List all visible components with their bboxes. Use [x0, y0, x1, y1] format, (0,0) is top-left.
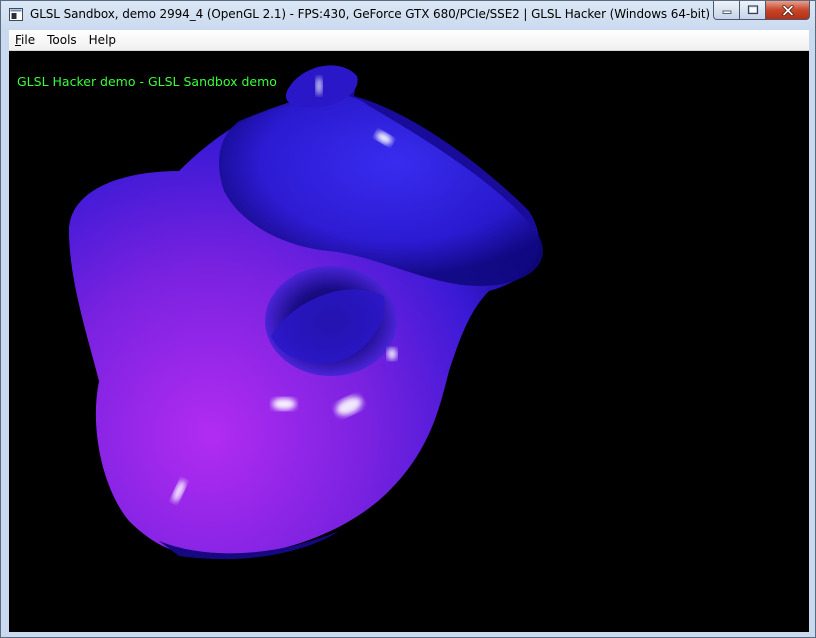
menu-file[interactable]: File	[9, 30, 41, 50]
maximize-button[interactable]	[740, 1, 766, 20]
rendered-blob-object	[69, 65, 543, 560]
maximize-icon	[747, 5, 758, 15]
specular-highlight-2	[316, 77, 322, 95]
menu-bar: File Tools Help	[9, 30, 809, 51]
window-title: GLSL Sandbox, demo 2994_4 (OpenGL 2.1) -…	[30, 7, 744, 21]
minimize-icon	[722, 10, 731, 14]
specular-highlight-5	[387, 348, 397, 360]
close-button[interactable]	[766, 1, 810, 20]
minimize-button[interactable]	[713, 1, 740, 20]
overlay-demo-label: GLSL Hacker demo - GLSL Sandbox demo	[17, 74, 277, 89]
close-icon	[781, 4, 794, 16]
app-icon	[9, 8, 23, 21]
specular-highlight-3	[272, 398, 296, 410]
menu-help[interactable]: Help	[83, 30, 122, 50]
window-controls	[713, 1, 810, 21]
title-bar[interactable]: GLSL Sandbox, demo 2994_4 (OpenGL 2.1) -…	[1, 1, 815, 29]
menu-file-label-rest: ile	[21, 33, 36, 47]
app-window: GLSL Sandbox, demo 2994_4 (OpenGL 2.1) -…	[0, 0, 816, 638]
menu-tools[interactable]: Tools	[41, 30, 83, 50]
render-viewport[interactable]: GLSL Hacker demo - GLSL Sandbox demo	[9, 51, 809, 632]
